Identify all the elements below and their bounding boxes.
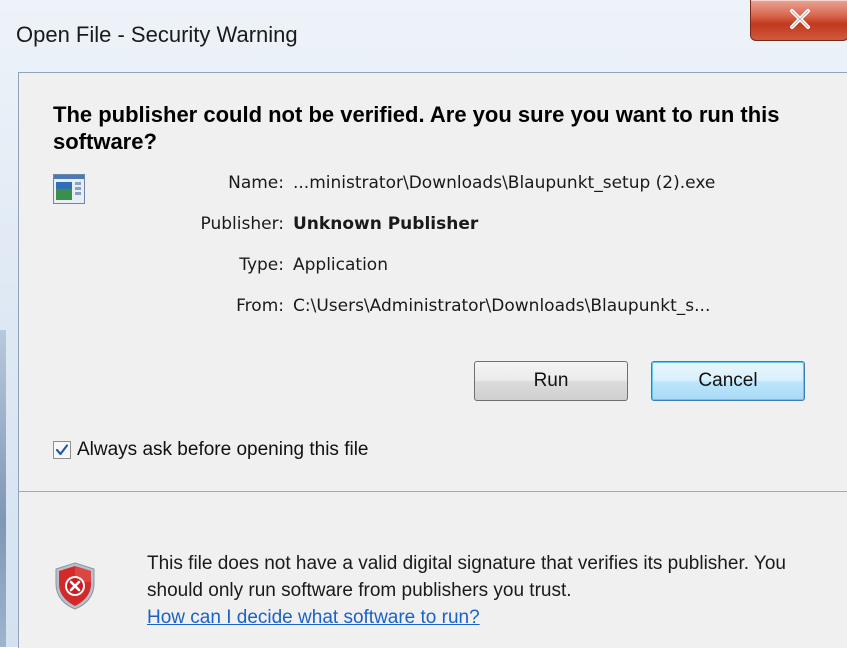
- cancel-button[interactable]: Cancel: [651, 361, 805, 401]
- close-icon: [790, 9, 810, 29]
- window-edge-shadow: [0, 330, 6, 647]
- from-label: From:: [236, 296, 284, 316]
- help-link[interactable]: How can I decide what software to run?: [147, 607, 480, 628]
- type-value: Application: [293, 255, 388, 275]
- dialog-content: The publisher could not be verified. Are…: [18, 72, 847, 648]
- always-ask-checkbox[interactable]: [53, 441, 71, 459]
- window-title: Open File - Security Warning: [16, 22, 298, 47]
- from-value: C:\Users\Administrator\Downloads\Blaupun…: [293, 296, 711, 316]
- warning-text: This file does not have a valid digital …: [147, 553, 786, 601]
- publisher-label: Publisher:: [200, 214, 284, 234]
- shield-error-icon: [55, 562, 95, 610]
- run-button[interactable]: Run: [474, 361, 628, 401]
- warning-message: This file does not have a valid digital …: [147, 550, 807, 631]
- window-frame: Open File - Security Warning The publish…: [0, 0, 847, 648]
- name-value: ...ministrator\Downloads\Blaupunkt_setup…: [293, 173, 716, 193]
- type-label: Type:: [239, 255, 284, 275]
- publisher-value: Unknown Publisher: [293, 214, 479, 234]
- close-button[interactable]: [750, 0, 847, 41]
- checkmark-icon: [55, 444, 69, 456]
- dialog-footer: This file does not have a valid digital …: [19, 492, 847, 648]
- always-ask-label[interactable]: Always ask before opening this file: [77, 439, 369, 461]
- dialog-headline: The publisher could not be verified. Are…: [53, 102, 780, 154]
- name-label: Name:: [228, 173, 284, 193]
- always-ask-row[interactable]: Always ask before opening this file: [53, 439, 369, 461]
